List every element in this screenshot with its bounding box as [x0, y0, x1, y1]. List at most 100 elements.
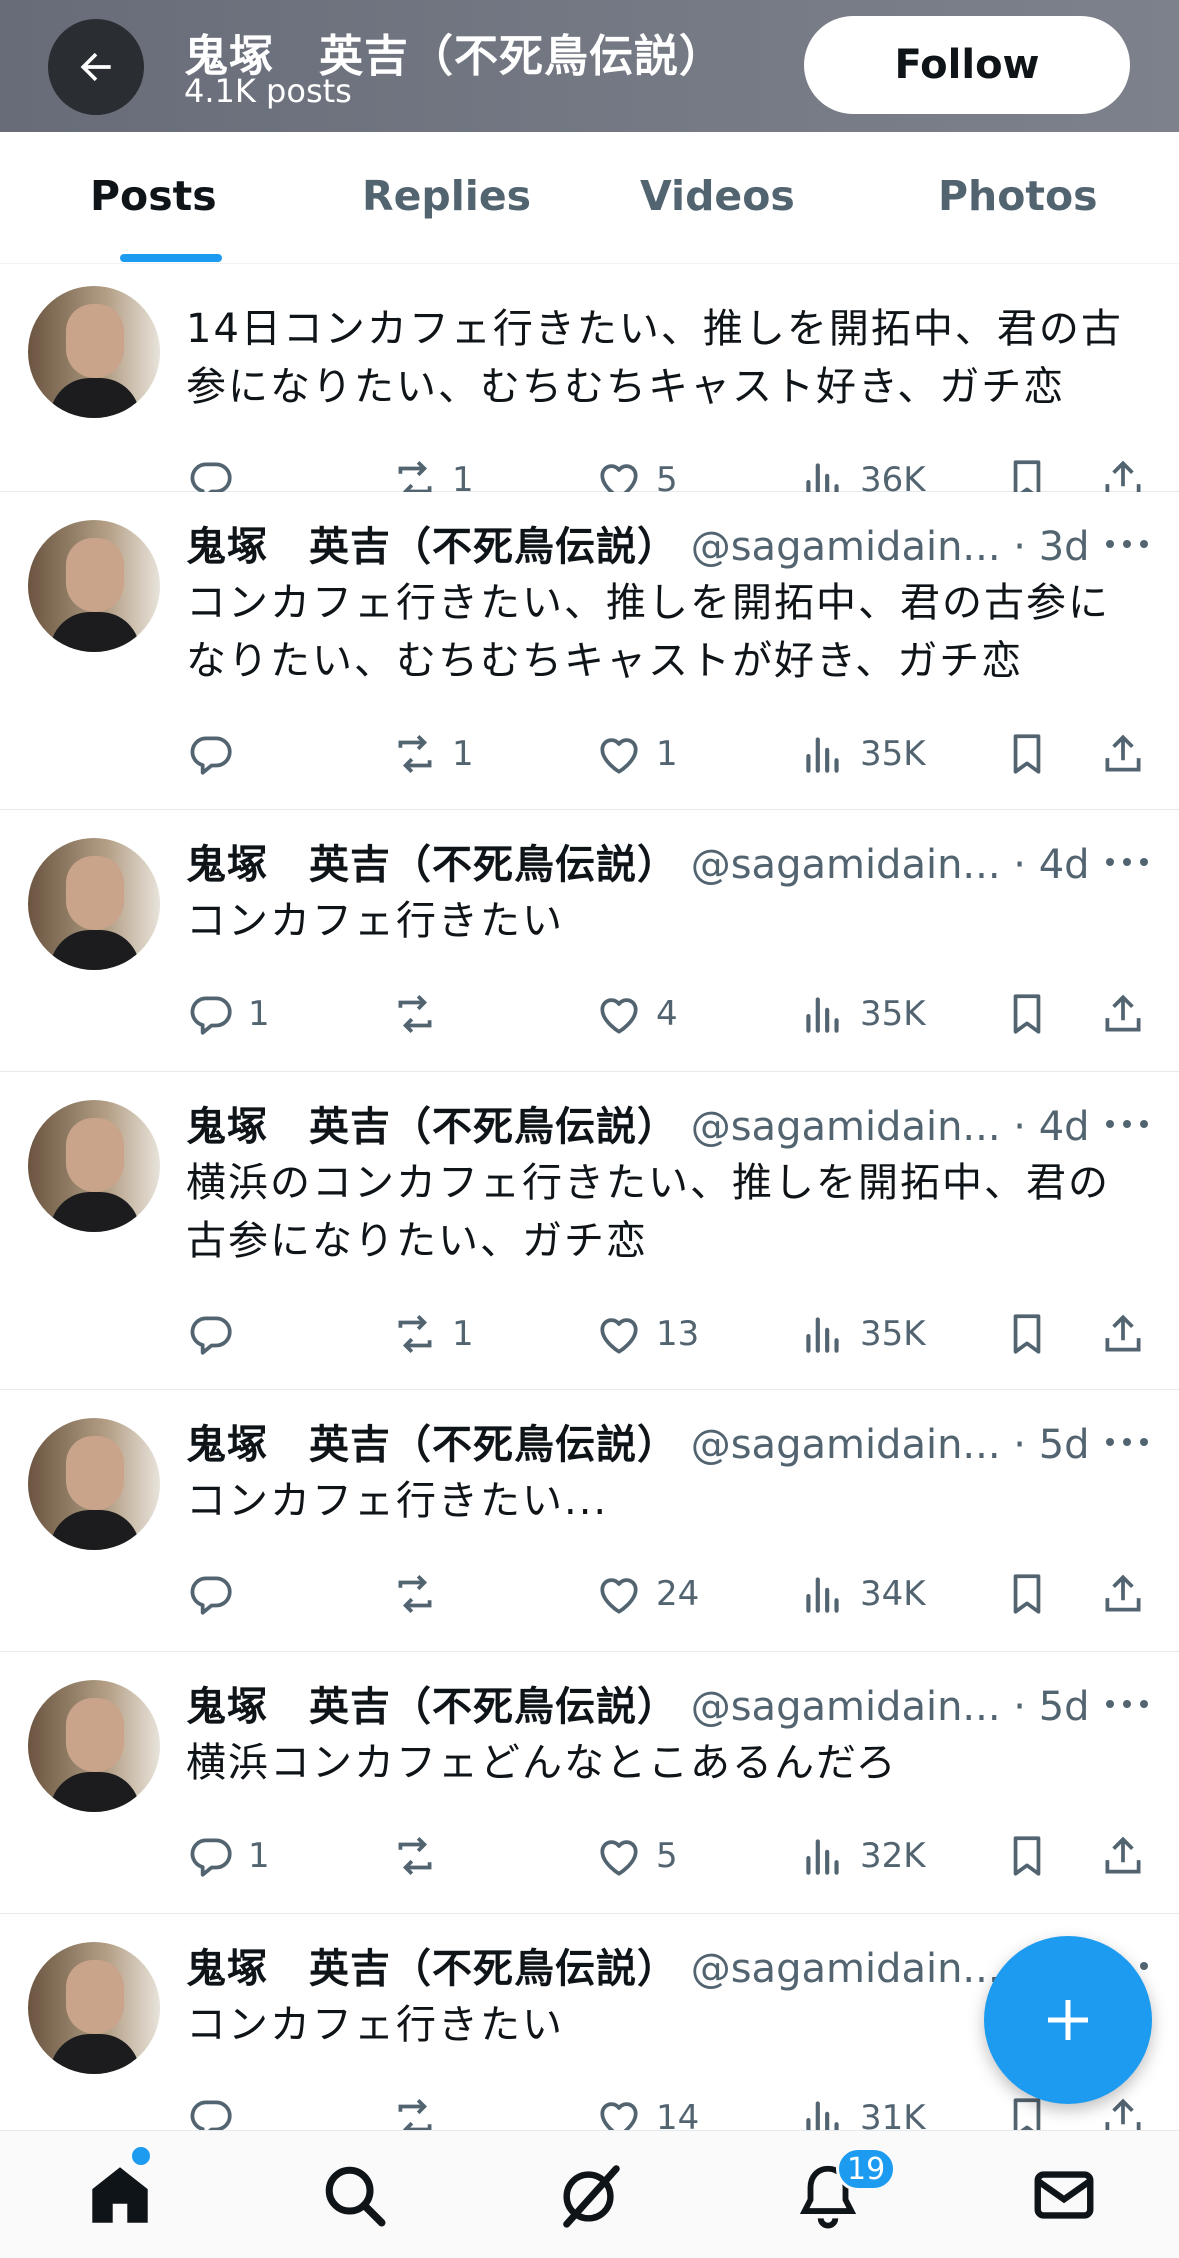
post[interactable]: 鬼塚 英吉（不死鳥伝説） @sagamidain... · 4d コンカフェ行き… [0, 810, 1179, 1072]
views-icon [806, 997, 839, 1033]
avatar[interactable] [28, 1680, 160, 1812]
like-button[interactable]: 1 [594, 726, 678, 782]
like-button[interactable]: 5 [594, 1828, 678, 1884]
post[interactable]: 鬼塚 英吉（不死鳥伝説） @sagamidain... · 4d 横浜のコンカフ… [0, 1072, 1179, 1390]
nav-home[interactable] [78, 2153, 162, 2237]
nav-search[interactable] [312, 2153, 396, 2237]
bookmark-button[interactable] [1002, 986, 1052, 1042]
reply-button[interactable]: 1 [186, 986, 270, 1042]
share-button[interactable] [1098, 1306, 1148, 1362]
post-author-handle[interactable]: @sagamidain... [691, 1684, 1001, 1730]
post-author-handle[interactable]: @sagamidain... [691, 1422, 1001, 1468]
tab-posts[interactable]: Posts [90, 172, 217, 220]
view-count: 35K [860, 734, 926, 774]
views-icon [806, 2101, 839, 2130]
share-button[interactable] [1098, 1566, 1148, 1622]
post[interactable]: 鬼塚 英吉（不死鳥伝説） @sagamidain... · 5d 横浜コンカフェ… [0, 1652, 1179, 1914]
post-author-name[interactable]: 鬼塚 英吉（不死鳥伝説） [186, 524, 678, 570]
more-icon[interactable] [1104, 1436, 1150, 1448]
repost-button[interactable] [390, 1828, 452, 1884]
arrow-left-icon [80, 52, 111, 82]
share-button[interactable] [1098, 986, 1148, 1042]
post-actions: 14 31K [0, 2090, 1179, 2130]
nav-grok[interactable] [548, 2153, 632, 2237]
like-button[interactable]: 14 [594, 2090, 699, 2130]
bookmark-button[interactable] [1002, 726, 1052, 782]
bottom-navigation: 19 [0, 2130, 1179, 2258]
post[interactable]: 鬼塚 英吉（不死鳥伝説） @sagamidain... · 5d コンカフェ行き… [0, 1390, 1179, 1652]
post-text: コンカフェ行きたい [186, 898, 564, 944]
post-header: 鬼塚 英吉（不死鳥伝説） @sagamidain... · 4d [186, 1094, 1116, 1152]
reply-count: 1 [248, 994, 270, 1034]
reply-button[interactable] [186, 726, 248, 782]
reply-icon [190, 996, 232, 1035]
share-button[interactable] [1098, 2090, 1148, 2130]
bookmark-button[interactable] [1002, 1566, 1052, 1622]
messages-icon [1034, 2171, 1094, 2219]
post-author-name[interactable]: 鬼塚 英吉（不死鳥伝説） [186, 1684, 678, 1730]
repost-icon [398, 2098, 432, 2130]
reply-button[interactable] [186, 1306, 248, 1362]
more-icon[interactable] [1104, 538, 1150, 550]
avatar[interactable] [28, 838, 160, 970]
share-icon [1105, 734, 1141, 772]
post-author-name[interactable]: 鬼塚 英吉（不死鳥伝説） [186, 842, 678, 888]
share-button[interactable] [1098, 726, 1148, 782]
reply-button[interactable] [186, 1566, 248, 1622]
views-icon [806, 737, 839, 773]
views-icon [806, 1577, 839, 1613]
post-author-name[interactable]: 鬼塚 英吉（不死鳥伝説） [186, 1946, 678, 1992]
nav-messages[interactable] [1022, 2153, 1106, 2237]
post-author-handle[interactable]: @sagamidain... [691, 524, 1001, 570]
like-button[interactable]: 13 [594, 1306, 699, 1362]
post-feed[interactable]: 14日コンカフェ行きたい、推しを開拓中、君の古参になりたい、むちむちキャスト好き… [0, 264, 1179, 2130]
repost-button[interactable] [390, 986, 452, 1042]
avatar[interactable] [28, 1942, 160, 2074]
repost-button[interactable]: 1 [390, 1306, 474, 1362]
views-button[interactable]: 35K [798, 986, 926, 1042]
share-button[interactable] [1098, 1828, 1148, 1884]
like-button[interactable]: 24 [594, 1566, 699, 1622]
repost-button[interactable] [390, 1566, 452, 1622]
compose-button[interactable] [984, 1936, 1152, 2104]
views-button[interactable]: 34K [798, 1566, 926, 1622]
avatar[interactable] [28, 1100, 160, 1232]
post-author-handle[interactable]: @sagamidain... [691, 1104, 1001, 1150]
tab-replies[interactable]: Replies [362, 172, 531, 220]
views-icon [806, 1317, 839, 1353]
avatar[interactable] [28, 520, 160, 652]
more-icon[interactable] [1104, 1698, 1150, 1710]
more-icon[interactable] [1104, 856, 1150, 868]
views-button[interactable]: 32K [798, 1828, 926, 1884]
more-icon[interactable] [1104, 1118, 1150, 1130]
plus-icon [1048, 2000, 1088, 2040]
post-author-name[interactable]: 鬼塚 英吉（不死鳥伝説） [186, 1422, 678, 1468]
views-button[interactable]: 35K [798, 1306, 926, 1362]
tab-videos[interactable]: Videos [640, 172, 795, 220]
avatar[interactable] [28, 286, 160, 418]
reply-button[interactable]: 1 [186, 1828, 270, 1884]
tab-photos[interactable]: Photos [938, 172, 1098, 220]
post[interactable]: 14日コンカフェ行きたい、推しを開拓中、君の古参になりたい、むちむちキャスト好き… [0, 264, 1179, 501]
post-actions: 24 34K [0, 1566, 1179, 1622]
post[interactable]: 鬼塚 英吉（不死鳥伝説） @sagamidain... · 3d コンカフェ行き… [0, 492, 1179, 810]
post-actions: 1 4 35K [0, 986, 1179, 1042]
post-author-name[interactable]: 鬼塚 英吉（不死鳥伝説） [186, 1104, 678, 1150]
avatar[interactable] [28, 1418, 160, 1550]
post-author-handle[interactable]: @sagamidain... [691, 842, 1001, 888]
bookmark-icon [1013, 1314, 1041, 1354]
views-button[interactable]: 31K [798, 2090, 926, 2130]
views-button[interactable]: 35K [798, 726, 926, 782]
reply-button[interactable] [186, 2090, 248, 2130]
bookmark-button[interactable] [1002, 1306, 1052, 1362]
back-button[interactable] [48, 19, 144, 115]
like-count: 4 [656, 994, 678, 1034]
repost-button[interactable]: 1 [390, 726, 474, 782]
home-unread-dot [132, 2147, 150, 2165]
follow-button[interactable]: Follow [804, 16, 1130, 114]
repost-button[interactable] [390, 2090, 452, 2130]
like-button[interactable]: 4 [594, 986, 678, 1042]
post-author-handle[interactable]: @sagamidain... [691, 1946, 1001, 1992]
bookmark-button[interactable] [1002, 1828, 1052, 1884]
post-text: 14日コンカフェ行きたい、推しを開拓中、君の古参になりたい、むちむちキャスト好き… [186, 306, 1123, 410]
